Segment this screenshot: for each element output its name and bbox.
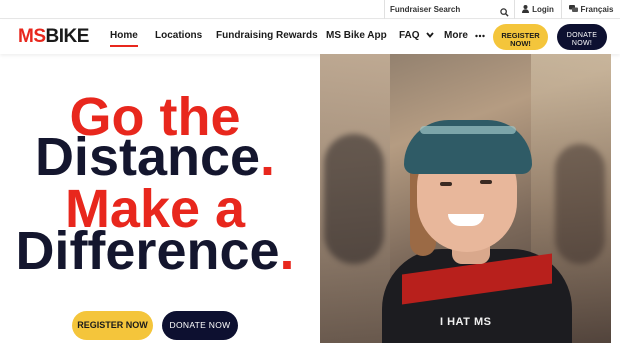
hero-line-distance: Distance. bbox=[0, 130, 310, 184]
fundraiser-search bbox=[384, 0, 515, 19]
msbike-logo[interactable]: MSBIKE bbox=[18, 27, 89, 47]
donate-now-button[interactable]: DONATE NOW! bbox=[557, 24, 607, 50]
nav-ms-bike-app[interactable]: MS Bike App bbox=[326, 30, 387, 41]
cyclist-eye-right bbox=[480, 180, 492, 184]
nav-faq-label: FAQ bbox=[399, 30, 420, 42]
fundraiser-search-input[interactable] bbox=[390, 2, 498, 17]
language-icon bbox=[568, 4, 578, 15]
hero-line-difference: Difference. bbox=[0, 224, 310, 278]
search-icon[interactable] bbox=[500, 4, 509, 17]
jersey-text: I HAT MS bbox=[440, 316, 492, 328]
nav-more-label: More bbox=[444, 30, 468, 42]
language-toggle[interactable]: Français bbox=[562, 0, 620, 19]
chevron-down-icon bbox=[426, 30, 435, 41]
nav-home[interactable]: Home bbox=[110, 30, 138, 47]
background-rider-right bbox=[555, 144, 605, 264]
hero-donate-button[interactable]: DONATE NOW bbox=[162, 311, 238, 340]
logo-bike: BIKE bbox=[45, 26, 90, 47]
hero-word-distance: Distance bbox=[34, 127, 261, 187]
hero-register-button[interactable]: REGISTER NOW bbox=[72, 311, 153, 340]
nav-more[interactable]: More bbox=[444, 30, 485, 41]
nav-fundraising-rewards[interactable]: Fundraising Rewards bbox=[216, 30, 318, 41]
language-label: Français bbox=[580, 5, 614, 14]
more-dots-icon bbox=[474, 30, 485, 41]
cyclist-eye-left bbox=[440, 182, 452, 186]
login-label: Login bbox=[532, 5, 554, 14]
register-line2: NOW! bbox=[510, 38, 531, 48]
nav-locations[interactable]: Locations bbox=[155, 30, 202, 41]
user-icon bbox=[522, 4, 530, 15]
hero-dot-2: . bbox=[279, 221, 295, 281]
hero-word-difference: Difference bbox=[15, 221, 280, 281]
register-now-button[interactable]: REGISTER NOW! bbox=[493, 24, 548, 50]
logo-ms: MS bbox=[18, 26, 46, 47]
hero-dot-1: . bbox=[260, 127, 276, 187]
hero-text-panel: Go the Distance. Make a Difference. REGI… bbox=[0, 54, 320, 343]
donate-line2: NOW! bbox=[571, 39, 593, 47]
nav-faq[interactable]: FAQ bbox=[399, 30, 435, 42]
background-rider-left bbox=[324, 134, 384, 264]
login-link[interactable]: Login bbox=[515, 0, 562, 19]
hero-photo-cyclist: I HAT MS bbox=[320, 54, 611, 343]
helmet-stripe bbox=[420, 126, 516, 134]
main-nav: MSBIKE Home Locations Fundraising Reward… bbox=[0, 20, 620, 54]
utility-bar: Login Français bbox=[0, 0, 620, 19]
donate-line1: DONATE bbox=[566, 31, 598, 39]
